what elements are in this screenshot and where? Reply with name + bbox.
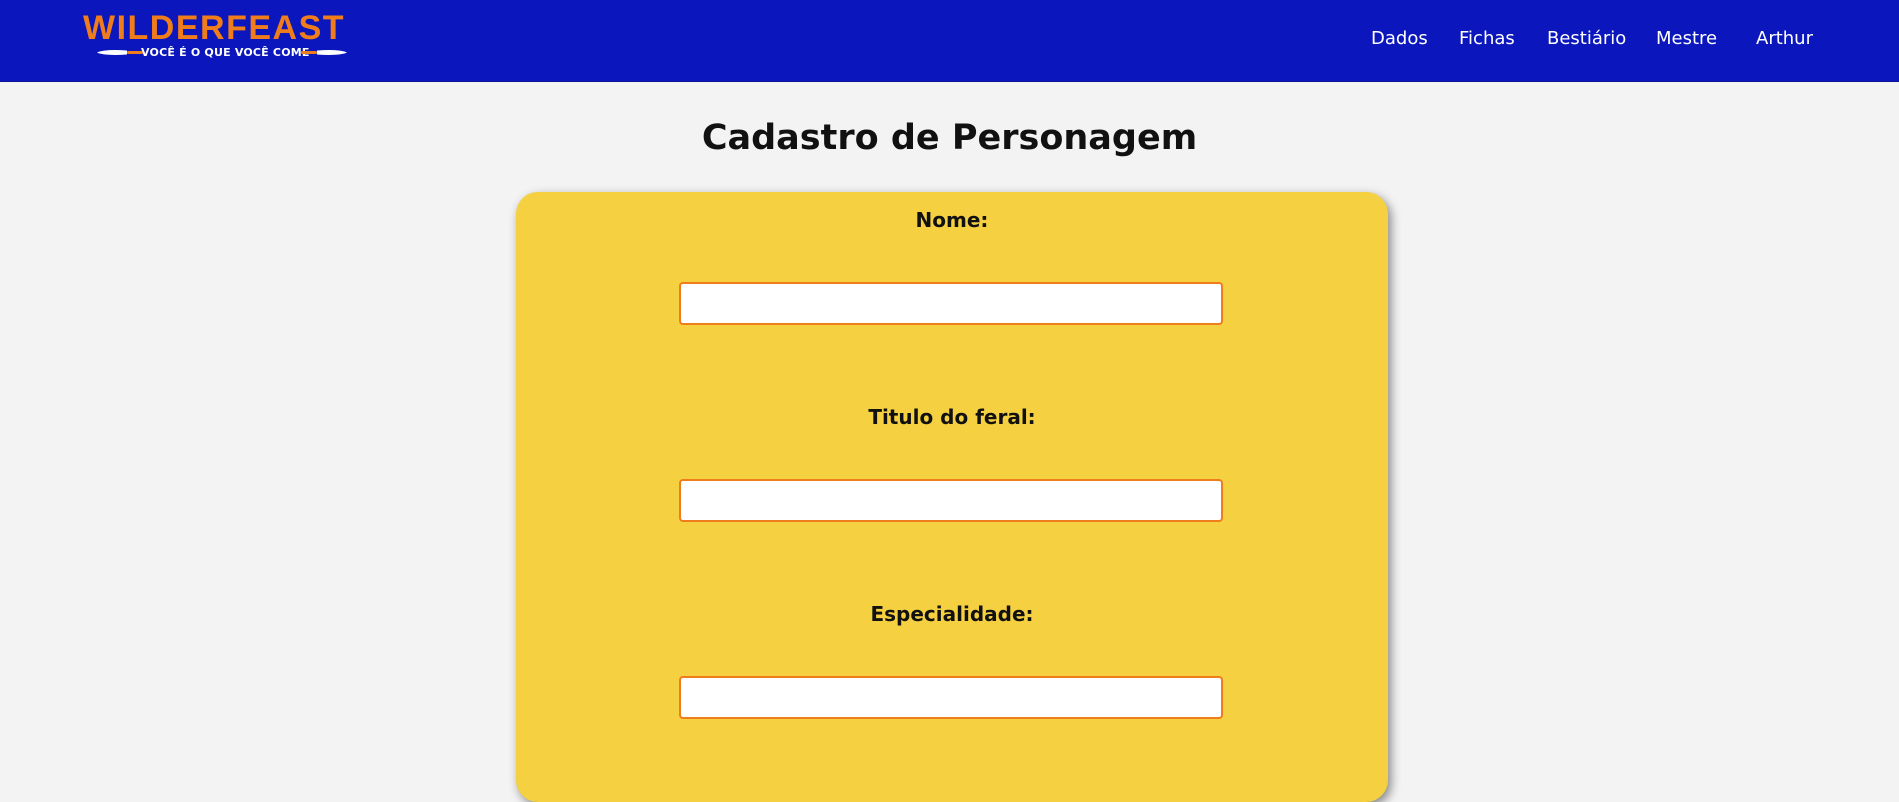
nav-dados-link[interactable]: Dados: [1371, 28, 1428, 50]
nome-label: Nome:: [915, 208, 989, 232]
knife-left-icon: [97, 50, 143, 55]
nome-input[interactable]: [679, 282, 1223, 325]
nav-fichas-link[interactable]: Fichas: [1459, 28, 1515, 50]
logo-title: WILDERFEAST: [83, 9, 346, 47]
especialidade-label: Especialidade:: [870, 602, 1034, 626]
especialidade-input[interactable]: [679, 676, 1223, 719]
page-title: Cadastro de Personagem: [701, 118, 1198, 158]
nav-user-link[interactable]: Arthur: [1756, 28, 1813, 50]
nav-bestiario-link[interactable]: Bestiário: [1547, 28, 1626, 50]
top-navbar: WILDERFEAST VOCÊ É O QUE VOCÊ COME Dados…: [0, 0, 1899, 82]
titulo-feral-label: Titulo do feral:: [868, 405, 1036, 429]
logo-tagline: VOCÊ É O QUE VOCÊ COME: [141, 46, 310, 59]
nav-mestre-link[interactable]: Mestre: [1656, 28, 1717, 50]
character-registration-form: Nome: Titulo do feral: Especialidade:: [516, 192, 1388, 802]
titulo-feral-input[interactable]: [679, 479, 1223, 522]
knife-right-icon: [301, 50, 347, 55]
wilderfeast-logo[interactable]: WILDERFEAST VOCÊ É O QUE VOCÊ COME: [83, 11, 359, 59]
